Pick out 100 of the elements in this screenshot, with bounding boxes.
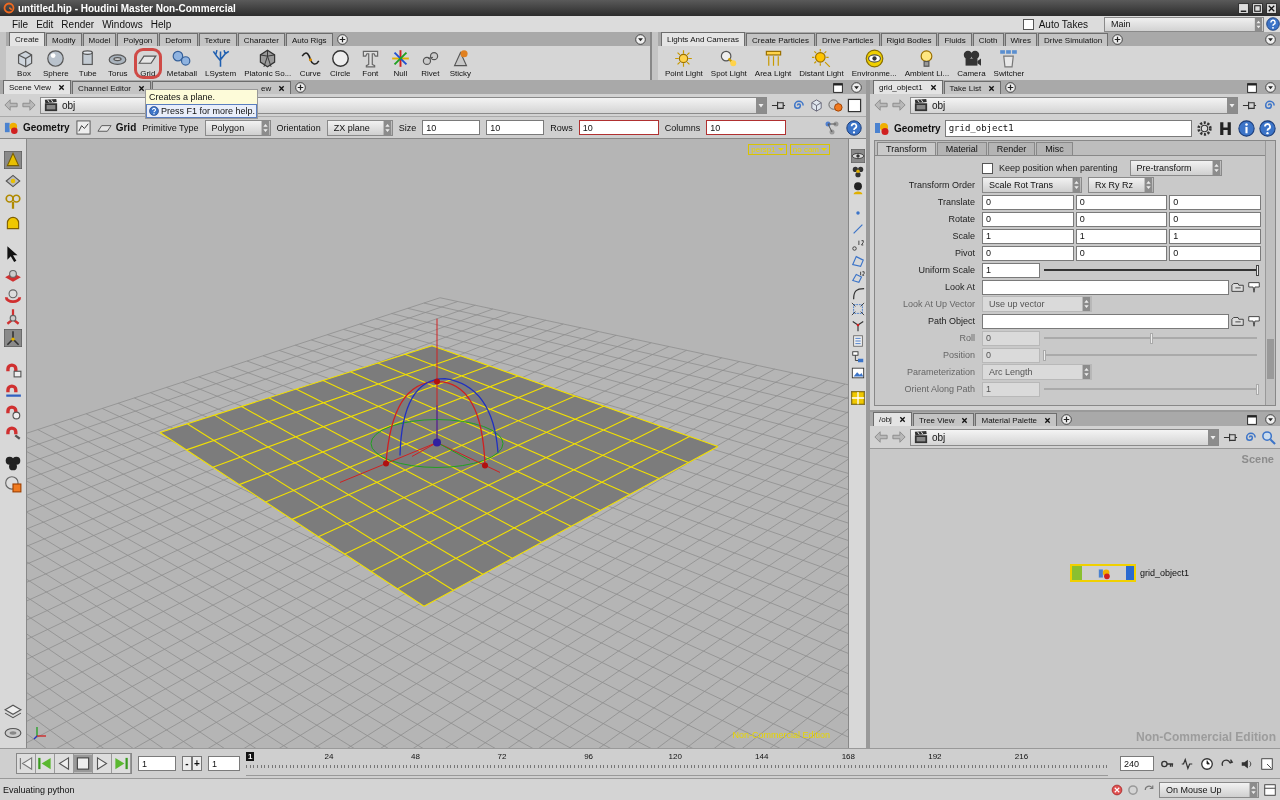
magnet-icon[interactable]	[4, 402, 22, 420]
pane-tab[interactable]: Take List	[943, 81, 1002, 94]
help-icon[interactable]	[1259, 119, 1276, 137]
dropdown-icon[interactable]	[851, 82, 862, 93]
shaded-view-icon[interactable]	[4, 151, 22, 169]
pane-tab[interactable]: Create	[9, 32, 45, 46]
close-icon[interactable]	[961, 416, 969, 424]
dropdown[interactable]: Polygon	[204, 119, 271, 136]
pane-tab[interactable]: /obj	[873, 412, 912, 426]
edit-icon[interactable]	[75, 120, 91, 135]
input-field[interactable]: 0	[1075, 211, 1168, 227]
shelf-tool[interactable]: Metaball	[163, 47, 201, 79]
help-icon[interactable]	[1266, 17, 1280, 31]
dropdown[interactable]: ZX plane	[326, 119, 393, 136]
dropdown[interactable]: Pre-transform	[1129, 160, 1222, 176]
pane-tab[interactable]: Polygon	[117, 33, 159, 46]
shelf-tool[interactable]: Torus	[103, 47, 132, 79]
grid-plane[interactable]	[159, 345, 719, 607]
input-field[interactable]	[982, 313, 1229, 329]
layout-icon[interactable]	[850, 391, 865, 405]
menu-item[interactable]: Windows	[98, 18, 147, 30]
magnet-icon[interactable]	[4, 360, 22, 378]
help-icon[interactable]	[846, 119, 862, 136]
pane-tab[interactable]: Fluids	[938, 33, 972, 46]
pane-tab[interactable]: Wires	[1004, 33, 1037, 46]
info-icon[interactable]	[1238, 119, 1255, 137]
image-icon[interactable]	[850, 366, 865, 380]
scale-handle-icon[interactable]	[4, 308, 22, 326]
menu-item[interactable]: Render	[57, 18, 99, 30]
shelf-tool[interactable]: Sphere	[40, 47, 72, 79]
pane-tab[interactable]: grid_object1	[873, 80, 943, 94]
skip-start-icon[interactable]	[17, 754, 36, 773]
pane-tab[interactable]: Character	[237, 33, 285, 46]
key-forward-icon[interactable]	[112, 754, 131, 773]
input-field[interactable]	[982, 279, 1229, 295]
diamond-icon[interactable]	[4, 172, 22, 190]
add-tab-icon[interactable]	[336, 34, 348, 45]
pane-tab[interactable]: Scene View	[3, 80, 72, 94]
shelf-tool[interactable]: Font	[356, 47, 385, 79]
pane-tab[interactable]: Texture	[198, 33, 237, 46]
layout-icon[interactable]	[1263, 782, 1277, 797]
light-ball-icon[interactable]	[828, 97, 843, 113]
pane-tab[interactable]: Drive Particles	[815, 33, 880, 46]
settings-icon[interactable]	[1196, 119, 1213, 137]
shelf-tool[interactable]: Distant Light	[796, 47, 847, 79]
slider-track[interactable]	[1044, 332, 1257, 344]
close-icon[interactable]	[138, 84, 146, 92]
dropdown-icon[interactable]	[1265, 82, 1276, 93]
jump-icon[interactable]	[1247, 280, 1261, 294]
normals-icon[interactable]	[850, 318, 865, 332]
step-button[interactable]: -	[182, 756, 192, 771]
node-box[interactable]	[1070, 564, 1136, 582]
add-tab-icon[interactable]	[1061, 414, 1073, 425]
tripod-icon[interactable]	[4, 329, 22, 347]
slider-track[interactable]	[1044, 264, 1257, 276]
close-icon[interactable]	[278, 84, 286, 92]
maximize-icon[interactable]	[1247, 83, 1257, 93]
point-numbers-icon[interactable]	[850, 238, 865, 252]
pane-tab[interactable]: Deform	[159, 33, 198, 46]
pane-tab[interactable]: Channel Editor	[72, 81, 152, 94]
pane-tab[interactable]: Modify	[46, 33, 82, 46]
pane-tab[interactable]: Lights And Cameras	[661, 32, 746, 46]
shelf-tool[interactable]: Ambient Li...	[901, 47, 953, 79]
dropdown-icon[interactable]	[1265, 414, 1276, 425]
curve-icon[interactable]	[850, 286, 865, 300]
stack-icon[interactable]	[4, 703, 22, 721]
clock-icon[interactable]	[1200, 756, 1214, 771]
error-icon[interactable]	[1111, 783, 1123, 796]
shelf-tool[interactable]: Box	[10, 47, 38, 79]
section-tab[interactable]: Misc	[1036, 142, 1073, 155]
pane-tab[interactable]: Model	[82, 33, 117, 46]
audio-icon[interactable]	[1180, 756, 1194, 771]
checkbox[interactable]	[1022, 18, 1034, 30]
slider-track[interactable]	[1044, 383, 1257, 395]
shelf-tool[interactable]: Spot Light	[707, 47, 750, 79]
input-field[interactable]: 1	[982, 228, 1074, 244]
input-field[interactable]: 1	[1075, 228, 1168, 244]
menu-item[interactable]: File	[8, 18, 33, 30]
input-field[interactable]: 10	[486, 120, 545, 135]
shelf-tool[interactable]: Point Light	[662, 47, 706, 79]
shelf-tool[interactable]: Camera	[954, 47, 989, 79]
input-field[interactable]: 0	[1169, 194, 1261, 210]
section-tab[interactable]: Material	[936, 142, 987, 155]
pane-tab[interactable]: Auto Rigs	[285, 33, 333, 46]
pane-tab[interactable]: Create Particles	[746, 33, 815, 46]
shelf-tool[interactable]: Curve	[296, 47, 325, 79]
node-name-field[interactable]: grid_object1	[944, 119, 1192, 137]
close-icon[interactable]	[929, 84, 937, 91]
scrollbar[interactable]	[1265, 141, 1275, 405]
input-field[interactable]: 0	[982, 211, 1074, 227]
bounding-box-icon[interactable]	[850, 302, 865, 316]
polygon-numbers-icon[interactable]	[850, 270, 865, 284]
input-field[interactable]: 0	[1075, 194, 1168, 210]
shelf-tool[interactable]: Circle	[326, 47, 355, 79]
handles-icon[interactable]	[824, 119, 840, 136]
maximize-icon[interactable]	[1247, 415, 1257, 425]
add-tab-icon[interactable]	[1005, 82, 1017, 93]
shelf-tool[interactable]: Switcher	[990, 47, 1028, 79]
menu-item[interactable]: Edit	[32, 18, 58, 30]
spinner-icon[interactable]	[382, 120, 392, 135]
